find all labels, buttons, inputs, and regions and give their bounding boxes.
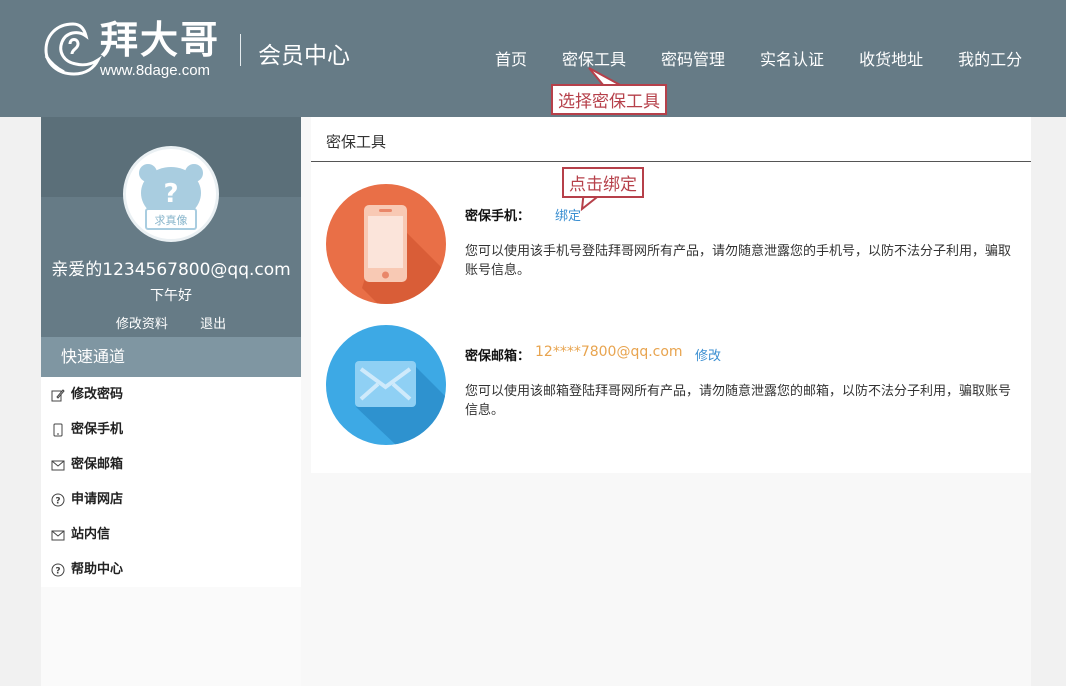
brand-name[interactable]: 拜大哥 xyxy=(100,18,220,62)
panel-divider xyxy=(311,161,1031,162)
nav-real-name[interactable]: 实名认证 xyxy=(760,46,824,70)
avatar-placeholder-icon: ? 求真像 xyxy=(139,164,203,230)
question-icon: ? xyxy=(51,493,65,507)
time-greeting: 下午好 xyxy=(150,288,192,304)
security-phone-label: 密保手机： xyxy=(465,209,531,224)
svg-text:?: ? xyxy=(55,496,60,506)
nav-address[interactable]: 收货地址 xyxy=(859,46,923,70)
nav-home[interactable]: 首页 xyxy=(495,46,527,70)
svg-text:?: ? xyxy=(55,566,60,576)
quick-access-title: 快速通道 xyxy=(41,337,301,377)
tutorial-callout-bind: 点击绑定 xyxy=(562,167,644,198)
menu-apply-shop[interactable]: ? 申请网店 xyxy=(41,482,301,517)
menu-security-phone[interactable]: 密保手机 xyxy=(41,412,301,447)
quick-menu: 修改密码 密保手机 密保邮箱 ? 申请网店 站内信 ? 帮助中心 xyxy=(41,377,301,587)
brand-url: www.8dage.com xyxy=(100,62,211,79)
tutorial-callout-select: 选择密保工具 xyxy=(551,84,667,115)
menu-help-center[interactable]: ? 帮助中心 xyxy=(41,552,301,587)
header-divider xyxy=(240,34,241,66)
security-phone-desc: 您可以使用该手机号登陆拜哥网所有产品，请勿随意泄露您的手机号，以防不法分子利用，… xyxy=(465,244,1012,278)
member-center-title: 会员中心 xyxy=(258,43,350,69)
mail-icon xyxy=(51,458,65,472)
nav-work-points[interactable]: 我的工分 xyxy=(958,46,1022,70)
brand-logo-icon[interactable] xyxy=(40,18,106,78)
security-tools-panel: 密保工具 密保手机： 绑定 您可以使用该手机号登陆拜哥网所有产品，请勿随意泄露您… xyxy=(311,117,1031,473)
question-icon: ? xyxy=(51,563,65,577)
sidebar: ? 求真像 亲爱的1234567800@qq.com 下午好 修改资料 退出 快… xyxy=(41,117,301,686)
modify-email-link[interactable]: 修改 xyxy=(695,345,721,364)
edit-profile-link[interactable]: 修改资料 xyxy=(116,317,168,332)
logout-link[interactable]: 退出 xyxy=(200,317,226,332)
security-email-label: 密保邮箱： xyxy=(465,349,531,364)
profile-links: 修改资料 退出 xyxy=(41,313,301,332)
nav-password[interactable]: 密码管理 xyxy=(661,46,725,70)
edit-icon xyxy=(51,388,65,402)
main-nav: 首页 密保工具 密码管理 实名认证 收货地址 我的工分 xyxy=(495,46,1057,70)
menu-security-email[interactable]: 密保邮箱 xyxy=(41,447,301,482)
security-email-value: 12****7800@qq.com xyxy=(535,344,683,360)
panel-title: 密保工具 xyxy=(326,133,387,151)
svg-text:?: ? xyxy=(163,179,178,209)
site-header: 拜大哥 www.8dage.com 会员中心 首页 密保工具 密码管理 实名认证… xyxy=(0,0,1066,117)
menu-change-password[interactable]: 修改密码 xyxy=(41,377,301,412)
security-email-desc: 您可以使用该邮箱登陆拜哥网所有产品，请勿随意泄露您的邮箱，以防不法分子利用，骗取… xyxy=(465,384,1012,418)
menu-inbox[interactable]: 站内信 xyxy=(41,517,301,552)
avatar[interactable]: ? 求真像 xyxy=(123,146,219,242)
mail-circle-icon xyxy=(326,325,446,445)
mail-icon xyxy=(51,528,65,542)
profile-card: ? 求真像 亲爱的1234567800@qq.com 下午好 修改资料 退出 xyxy=(41,117,301,337)
user-greeting: 亲爱的1234567800@qq.com xyxy=(51,260,291,280)
phone-icon xyxy=(51,423,65,437)
phone-circle-icon xyxy=(326,184,446,304)
avatar-sign-text: 求真像 xyxy=(155,213,188,227)
